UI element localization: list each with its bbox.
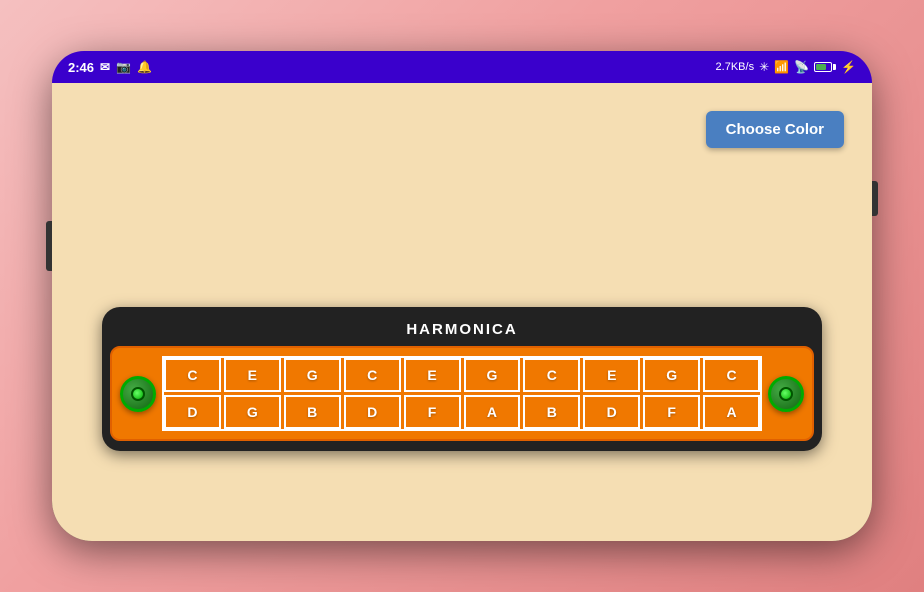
harmonica-title: HARMONICA	[110, 315, 814, 346]
status-left: 2:46 ✉ 📷 🔔	[68, 60, 152, 75]
key-b2[interactable]: B	[523, 395, 580, 429]
time-display: 2:46	[68, 60, 94, 75]
key-c4[interactable]: C	[703, 358, 760, 392]
key-b1[interactable]: B	[284, 395, 341, 429]
key-g4[interactable]: G	[224, 395, 281, 429]
key-e3[interactable]: E	[583, 358, 640, 392]
app-screen: Choose Color HARMONICA C E G C E	[52, 83, 872, 541]
status-bar: 2:46 ✉ 📷 🔔 2.7KB/s ✳ 📶 📡 ⚡	[52, 51, 872, 83]
harmonica-body: HARMONICA C E G C E G C E	[102, 307, 822, 451]
choose-color-button[interactable]: Choose Color	[706, 111, 844, 148]
knob-left	[120, 376, 156, 412]
knob-right-inner	[779, 387, 793, 401]
key-e1[interactable]: E	[224, 358, 281, 392]
key-e2[interactable]: E	[404, 358, 461, 392]
charging-icon: ⚡	[841, 60, 856, 74]
key-a1[interactable]: A	[464, 395, 521, 429]
bluetooth-icon: ✳	[759, 60, 769, 74]
speed-display: 2.7KB/s	[716, 61, 755, 73]
key-d3[interactable]: D	[583, 395, 640, 429]
key-g1[interactable]: G	[284, 358, 341, 392]
status-right: 2.7KB/s ✳ 📶 📡 ⚡	[716, 60, 856, 74]
key-d2[interactable]: D	[344, 395, 401, 429]
key-c1[interactable]: C	[164, 358, 221, 392]
knob-left-inner	[131, 387, 145, 401]
harmonica-keys-area: C E G C E G C E G C D G B D	[110, 346, 814, 441]
mail-icon: ✉	[100, 60, 110, 74]
harmonica-container: HARMONICA C E G C E G C E	[102, 307, 822, 451]
side-button-right	[872, 181, 878, 216]
key-g3[interactable]: G	[643, 358, 700, 392]
key-g2[interactable]: G	[464, 358, 521, 392]
phone-frame: 2:46 ✉ 📷 🔔 2.7KB/s ✳ 📶 📡 ⚡ Choose Color	[52, 51, 872, 541]
key-c2[interactable]: C	[344, 358, 401, 392]
battery-indicator	[814, 62, 836, 72]
key-c3[interactable]: C	[523, 358, 580, 392]
key-f1[interactable]: F	[404, 395, 461, 429]
instagram-icon: 📷	[116, 60, 131, 74]
key-a2[interactable]: A	[703, 395, 760, 429]
signal-icon: 📶	[774, 60, 789, 74]
notification-icon: 🔔	[137, 60, 152, 74]
wifi-icon: 📡	[794, 60, 809, 74]
knob-right	[768, 376, 804, 412]
key-f2[interactable]: F	[643, 395, 700, 429]
key-d1[interactable]: D	[164, 395, 221, 429]
harmonica-keys-grid: C E G C E G C E G C D G B D	[162, 356, 762, 431]
